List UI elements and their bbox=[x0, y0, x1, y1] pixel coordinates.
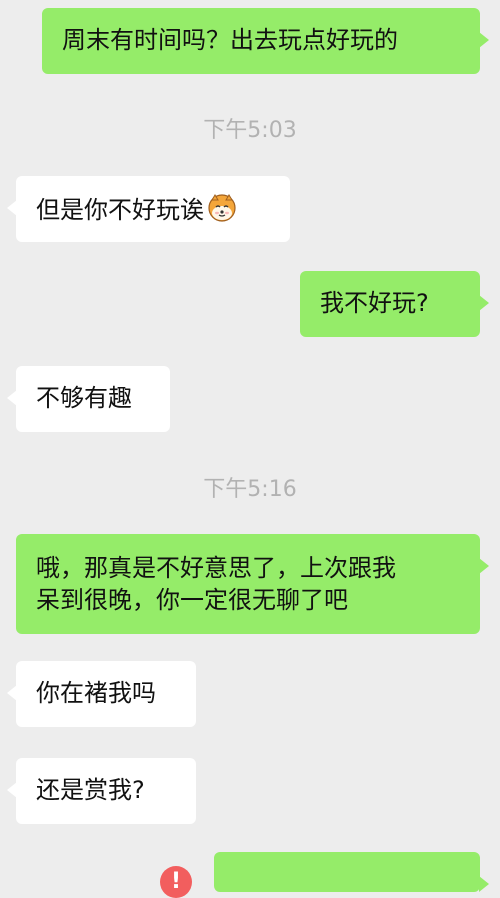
message-text: 我不好玩? bbox=[320, 289, 429, 317]
outgoing-message-cropped[interactable] bbox=[214, 852, 489, 892]
chat-messages[interactable]: 周末有时间吗？出去玩点好玩的 下午5:03 但是你不好玩诶 我不好玩? 不够有趣… bbox=[0, 0, 500, 898]
message-text: 周末有时间吗？出去玩点好玩的 bbox=[62, 26, 398, 54]
timestamp: 下午5:03 bbox=[203, 118, 297, 143]
message-text: 还是赏我? bbox=[36, 776, 145, 804]
message-text-line: 哦，那真是不好意思了，上次跟我 bbox=[36, 554, 396, 582]
timestamp: 下午5:16 bbox=[203, 477, 297, 502]
message-text-line: 呆到很晚，你一定很无聊了吧 bbox=[36, 586, 348, 614]
message-text: 不够有趣 bbox=[36, 384, 132, 412]
message-text: 但是你不好玩诶 bbox=[36, 196, 204, 224]
incoming-message[interactable]: 你在褚我吗 bbox=[7, 661, 196, 727]
outgoing-message[interactable]: 我不好玩? bbox=[300, 271, 489, 337]
outgoing-message[interactable]: 周末有时间吗？出去玩点好玩的 bbox=[42, 8, 489, 74]
send-failed-icon[interactable]: ! bbox=[160, 866, 192, 898]
incoming-message[interactable]: 还是赏我? bbox=[7, 758, 196, 824]
message-text: 你在褚我吗 bbox=[36, 679, 156, 707]
shiba-emoji-icon bbox=[206, 192, 238, 224]
incoming-message[interactable]: 不够有趣 bbox=[7, 366, 170, 432]
incoming-message[interactable]: 但是你不好玩诶 bbox=[7, 176, 290, 242]
outgoing-message[interactable]: 哦，那真是不好意思了，上次跟我 呆到很晚，你一定很无聊了吧 bbox=[16, 534, 489, 634]
